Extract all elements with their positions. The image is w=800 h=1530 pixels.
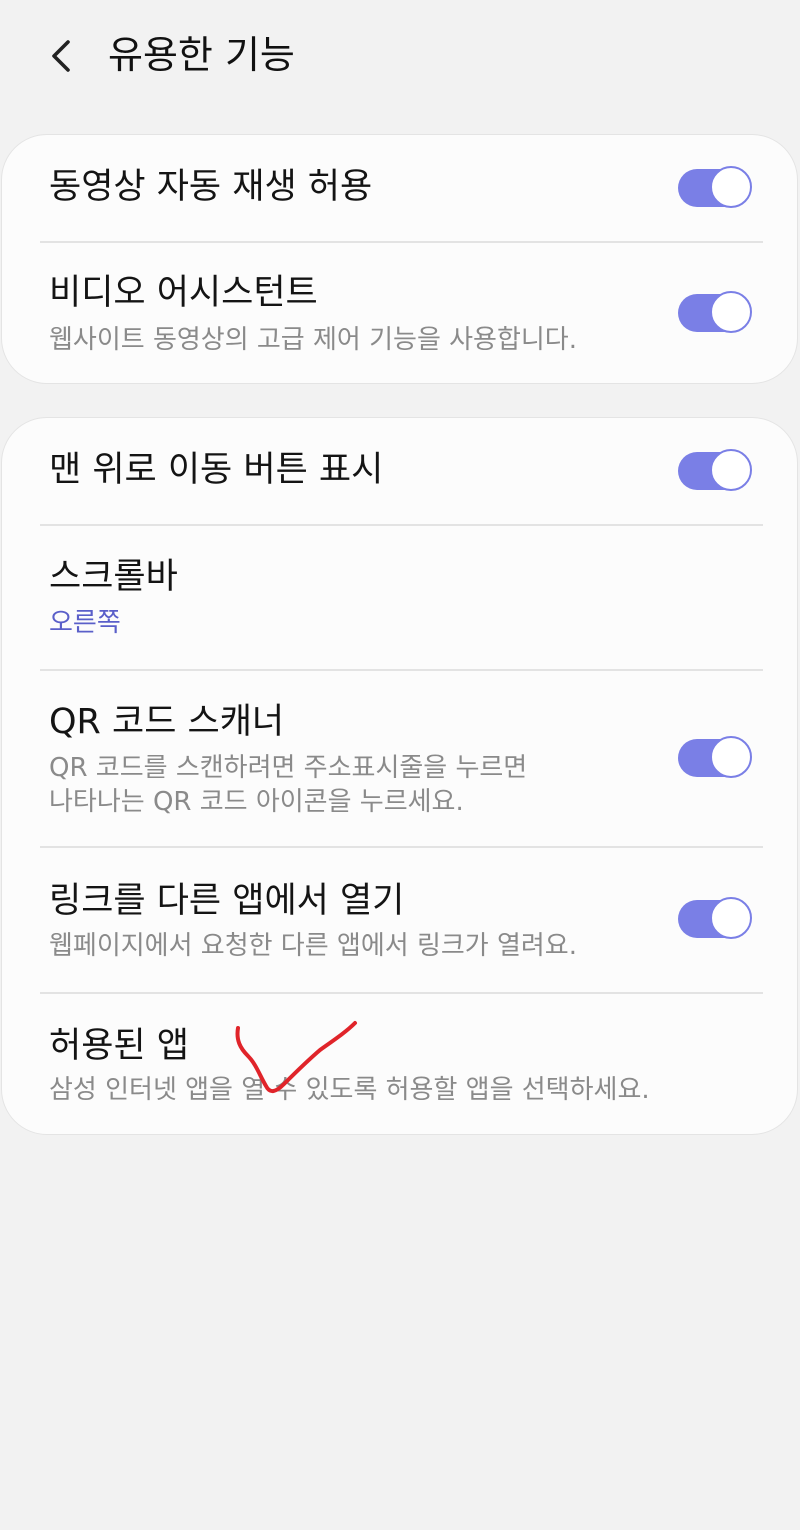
setting-title: 링크를 다른 앱에서 열기 (49, 881, 405, 921)
app-bar: 유용한 기능 (0, 0, 800, 112)
setting-scrollbar[interactable]: 스크롤바 오른쪽 (2, 526, 797, 669)
setting-subtitle: 나타나는 QR 코드 아이콘을 누르세요. (49, 787, 464, 817)
setting-subtitle: QR 코드를 스캔하려면 주소표시줄을 누르면 (49, 753, 528, 783)
setting-video-assistant[interactable]: 비디오 어시스턴트 웹사이트 동영상의 고급 제어 기능을 사용합니다. (2, 243, 797, 383)
scrollbar-position-value: 오른쪽 (49, 608, 121, 638)
setting-scroll-to-top-button[interactable]: 맨 위로 이동 버튼 표시 (2, 418, 797, 524)
setting-subtitle: 삼성 인터넷 앱을 열 수 있도록 허용할 앱을 선택하세요. (49, 1075, 650, 1105)
setting-autoplay-video[interactable]: 동영상 자동 재생 허용 (2, 135, 797, 241)
setting-title: 허용된 앱 (49, 1026, 189, 1066)
setting-title: 스크롤바 (49, 557, 178, 597)
setting-subtitle: 웹사이트 동영상의 고급 제어 기능을 사용합니다. (49, 325, 577, 355)
qr-code-scanner-toggle[interactable] (678, 736, 752, 778)
settings-card-video: 동영상 자동 재생 허용 비디오 어시스턴트 웹사이트 동영상의 고급 제어 기… (1, 134, 798, 384)
autoplay-video-toggle[interactable] (678, 166, 752, 208)
setting-subtitle: 웹페이지에서 요청한 다른 앱에서 링크가 열려요. (49, 931, 577, 961)
open-links-toggle[interactable] (678, 897, 752, 939)
toggle-knob (710, 291, 752, 333)
settings-card-browsing: 맨 위로 이동 버튼 표시 스크롤바 오른쪽 QR 코드 스캐너 QR 코드를 … (1, 417, 798, 1135)
toggle-knob (710, 449, 752, 491)
toggle-knob (710, 166, 752, 208)
toggle-knob (710, 897, 752, 939)
setting-title: QR 코드 스캐너 (49, 702, 285, 742)
setting-title: 맨 위로 이동 버튼 표시 (49, 450, 384, 490)
setting-title: 동영상 자동 재생 허용 (49, 167, 373, 207)
page-title: 유용한 기능 (108, 33, 295, 77)
chevron-left-icon (52, 40, 70, 72)
video-assistant-toggle[interactable] (678, 291, 752, 333)
setting-title: 비디오 어시스턴트 (49, 273, 318, 313)
setting-allowed-apps[interactable]: 허용된 앱 삼성 인터넷 앱을 열 수 있도록 허용할 앱을 선택하세요. (2, 994, 797, 1134)
setting-qr-code-scanner[interactable]: QR 코드 스캐너 QR 코드를 스캔하려면 주소표시줄을 누르면 나타나는 Q… (2, 671, 797, 846)
back-button[interactable] (30, 24, 94, 88)
setting-open-links-in-other-apps[interactable]: 링크를 다른 앱에서 열기 웹페이지에서 요청한 다른 앱에서 링크가 열려요. (2, 848, 797, 992)
toggle-knob (710, 736, 752, 778)
scroll-to-top-toggle[interactable] (678, 449, 752, 491)
